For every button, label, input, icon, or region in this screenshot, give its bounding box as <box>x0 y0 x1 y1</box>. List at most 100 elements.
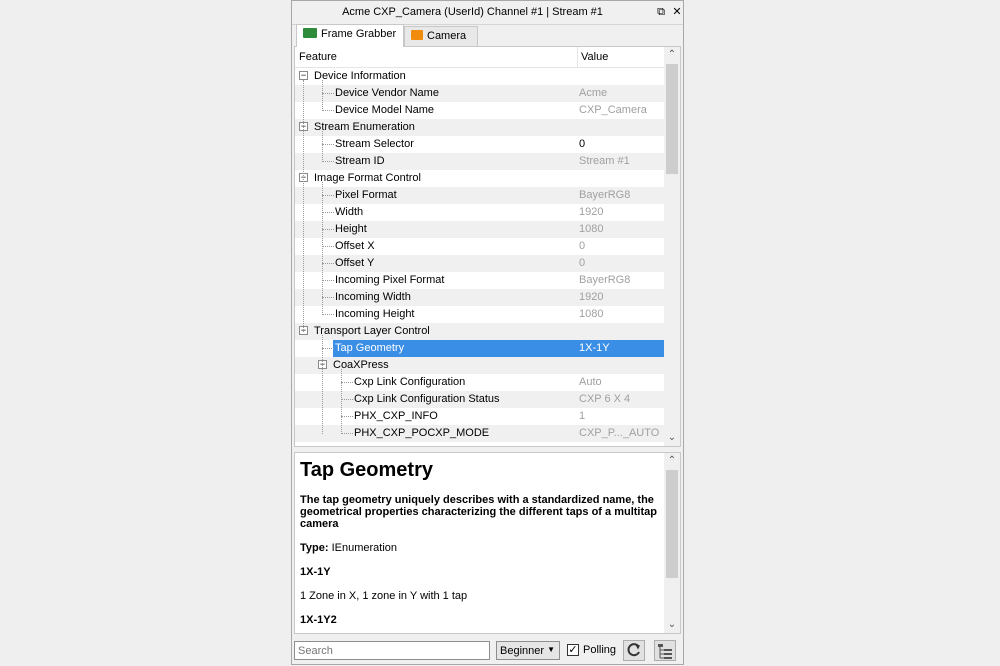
feature-value[interactable]: Auto <box>579 376 602 388</box>
feature-value[interactable]: 1920 <box>579 206 603 218</box>
grid-header: Feature Value <box>295 47 666 68</box>
tree-connector <box>322 335 323 434</box>
tree-connector <box>303 80 304 332</box>
feature-row[interactable]: Stream ID Stream #1 <box>295 153 666 170</box>
description-scrollbar[interactable]: ⌃ ⌄ <box>664 453 680 633</box>
feature-value[interactable]: 0 <box>579 240 585 252</box>
feature-value[interactable]: CXP_P..._AUTO <box>579 427 659 439</box>
restore-icon[interactable]: ⧉ <box>654 5 668 19</box>
tab-frame-grabber[interactable]: Frame Grabber <box>296 24 404 47</box>
feature-label: Cxp Link Configuration Status <box>354 393 500 405</box>
feature-row[interactable]: Offset X 0 <box>295 238 666 255</box>
feature-grid: Feature Value − Device Information Device … <box>294 46 681 447</box>
feature-row[interactable]: Pixel Format BayerRG8 <box>295 187 666 204</box>
scroll-thumb[interactable] <box>666 470 678 578</box>
feature-label: Pixel Format <box>335 189 397 201</box>
tree-connector <box>322 110 334 111</box>
scroll-down-icon[interactable]: ⌄ <box>664 617 680 633</box>
feature-value[interactable]: 1080 <box>579 308 603 320</box>
search-input[interactable] <box>294 641 490 660</box>
feature-value[interactable]: 1080 <box>579 223 603 235</box>
feature-label: PHX_CXP_POCXP_MODE <box>354 427 490 439</box>
tab-camera[interactable]: Camera <box>404 26 478 46</box>
feature-label: Device Information <box>314 70 406 82</box>
tree-group-row[interactable]: − Stream Enumeration <box>295 119 666 136</box>
tree-connector <box>322 182 323 315</box>
value-column-header[interactable]: Value <box>581 51 608 63</box>
feature-value[interactable]: 1920 <box>579 291 603 303</box>
feature-row[interactable]: Incoming Pixel Format BayerRG8 <box>295 272 666 289</box>
grabber-window: Acme CXP_Camera (UserId) Channel #1 | St… <box>291 0 684 665</box>
feature-value[interactable]: BayerRG8 <box>579 274 630 286</box>
feature-label: Stream ID <box>335 155 385 167</box>
feature-row[interactable]: Width 1920 <box>295 204 666 221</box>
feature-row[interactable]: Stream Selector 0 <box>295 136 666 153</box>
collapse-icon[interactable]: − <box>299 71 308 80</box>
feature-value[interactable]: 0 <box>579 257 585 269</box>
tree-group-row[interactable]: − CoaXPress <box>295 357 666 374</box>
feature-row[interactable]: Cxp Link Configuration Auto <box>295 374 666 391</box>
feature-label: PHX_CXP_INFO <box>354 410 438 422</box>
tree-connector <box>341 369 342 434</box>
tree-connector <box>322 229 334 230</box>
feature-label: Device Model Name <box>335 104 435 116</box>
tree-connector <box>322 297 334 298</box>
scroll-down-icon[interactable]: ⌄ <box>664 430 680 446</box>
feature-value[interactable]: 0 <box>579 138 585 150</box>
feature-row[interactable]: PHX_CXP_POCXP_MODE CXP_P..._AUTO <box>295 425 666 442</box>
tree-connector <box>322 246 334 247</box>
feature-label: Device Vendor Name <box>335 87 439 99</box>
feature-row[interactable]: Offset Y 0 <box>295 255 666 272</box>
tree-connector <box>322 212 334 213</box>
column-divider[interactable] <box>577 47 578 67</box>
feature-row[interactable]: Incoming Height 1080 <box>295 306 666 323</box>
feature-label: Offset Y <box>335 257 375 269</box>
visibility-select[interactable]: Beginner ▼ <box>496 641 560 660</box>
tree-connector <box>322 280 334 281</box>
feature-row[interactable]: Cxp Link Configuration Status CXP 6 X 4 <box>295 391 666 408</box>
feature-label: Incoming Pixel Format <box>335 274 445 286</box>
entry-name: 1X-1Y2 <box>300 614 337 626</box>
tree-connector <box>322 314 334 315</box>
feature-row[interactable]: Incoming Width 1920 <box>295 289 666 306</box>
grid-scrollbar[interactable]: ⌃ ⌄ <box>664 47 680 446</box>
visibility-value: Beginner <box>500 645 545 657</box>
feature-label: Stream Enumeration <box>314 121 415 133</box>
tree-connector <box>322 195 334 196</box>
tree-connector <box>322 348 334 349</box>
tree-group-row[interactable]: − Image Format Control <box>295 170 666 187</box>
refresh-button[interactable] <box>623 640 645 661</box>
tree-view-button[interactable] <box>654 640 676 661</box>
feature-row[interactable]: Tap Geometry 1X-1Y <box>295 340 666 357</box>
feature-value[interactable]: 1 <box>579 410 585 422</box>
feature-label: Incoming Height <box>335 308 415 320</box>
feature-value[interactable]: Acme <box>579 87 607 99</box>
tree-connector <box>322 93 334 94</box>
feature-value[interactable]: 1X-1Y <box>579 342 610 354</box>
feature-value[interactable]: CXP_Camera <box>579 104 647 116</box>
feature-row[interactable]: Device Vendor Name Acme <box>295 85 666 102</box>
feature-label: Image Format Control <box>314 172 421 184</box>
feature-label: Incoming Width <box>335 291 411 303</box>
scroll-up-icon[interactable]: ⌃ <box>664 47 680 63</box>
feature-label: Width <box>335 206 364 218</box>
type-value: IEnumeration <box>331 542 398 554</box>
feature-row[interactable]: Device Model Name CXP_Camera <box>295 102 666 119</box>
feature-value[interactable]: CXP 6 X 4 <box>579 393 630 405</box>
refresh-icon <box>627 643 640 657</box>
polling-checkbox[interactable]: ✓ <box>567 644 579 656</box>
close-icon[interactable]: ✕ <box>670 5 683 19</box>
feature-row[interactable]: PHX_CXP_INFO 1 <box>295 408 666 425</box>
feature-value[interactable]: BayerRG8 <box>579 189 630 201</box>
chevron-down-icon: ▼ <box>547 645 555 654</box>
tree-connector <box>341 382 353 383</box>
tree-group-row[interactable]: − Device Information <box>295 68 666 85</box>
scroll-thumb[interactable] <box>666 64 678 174</box>
feature-column-header[interactable]: Feature <box>299 51 337 63</box>
description-panel: Tap Geometry The tap geometry uniquely d… <box>294 452 681 634</box>
tree-connector <box>341 399 353 400</box>
scroll-up-icon[interactable]: ⌃ <box>664 453 680 469</box>
feature-value[interactable]: Stream #1 <box>579 155 630 167</box>
tree-group-row[interactable]: − Transport Layer Control <box>295 323 666 340</box>
feature-row[interactable]: Height 1080 <box>295 221 666 238</box>
